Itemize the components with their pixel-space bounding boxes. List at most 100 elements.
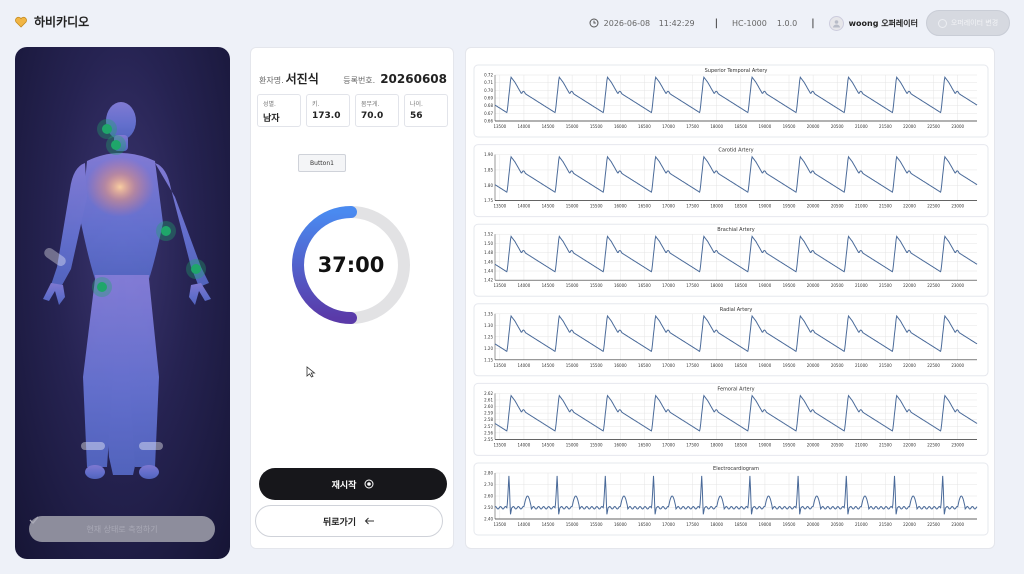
x-tick-label: 14500 bbox=[542, 204, 555, 209]
x-tick-label: 15000 bbox=[566, 442, 579, 447]
measure-current-state-button[interactable]: 현재 상태로 측정하기 bbox=[29, 516, 215, 542]
stat-label: 몸무게. bbox=[361, 101, 380, 108]
x-tick-label: 14000 bbox=[518, 442, 531, 447]
stat-value: 남자 bbox=[263, 114, 280, 124]
stat-value: 56 bbox=[410, 111, 423, 121]
y-tick-label: 1.75 bbox=[484, 198, 493, 203]
x-tick-label: 14000 bbox=[518, 363, 531, 368]
check-icon bbox=[29, 516, 39, 524]
user-name: woong 오퍼레이터 bbox=[848, 18, 918, 28]
y-tick-label: 2.40 bbox=[484, 517, 493, 522]
y-tick-label: 1.50 bbox=[484, 241, 493, 246]
x-tick-label: 15500 bbox=[590, 442, 603, 447]
y-tick-label: 2.55 bbox=[484, 437, 493, 442]
x-tick-label: 22500 bbox=[927, 283, 940, 288]
x-tick-label: 20500 bbox=[831, 442, 844, 447]
y-tick-label: 2.50 bbox=[484, 505, 493, 510]
waveform-chart: Radial Artery 1.35 1.30 1.25 1.20 1.1513500 14… bbox=[473, 303, 989, 377]
restart-button[interactable]: 재시작 bbox=[259, 468, 447, 500]
x-tick-label: 19500 bbox=[783, 363, 796, 368]
y-tick-label: 1.35 bbox=[484, 311, 493, 316]
y-tick-label: 1.48 bbox=[484, 250, 493, 255]
x-tick-label: 15000 bbox=[566, 363, 579, 368]
x-tick-label: 18500 bbox=[734, 363, 747, 368]
y-tick-label: 2.58 bbox=[484, 417, 493, 422]
operator-change-button[interactable]: 오퍼레이터 변경 bbox=[926, 10, 1010, 36]
waveform-chart: Carotid Artery 1.90 1.85 1.80 1.7513500 14000… bbox=[473, 144, 989, 218]
x-tick-label: 20000 bbox=[807, 442, 820, 447]
x-tick-label: 16000 bbox=[614, 204, 627, 209]
x-tick-label: 19000 bbox=[759, 283, 772, 288]
chart-title: Carotid Artery bbox=[718, 148, 753, 154]
y-tick-label: 2.60 bbox=[484, 494, 493, 499]
registration-number: 20260608 bbox=[380, 72, 447, 86]
x-tick-label: 16000 bbox=[614, 522, 627, 527]
app-header: 하비카디오 2026-06-08 11:42:29 | HC-1000 1.0.… bbox=[0, 0, 1024, 46]
y-tick-label: 2.80 bbox=[484, 471, 493, 476]
x-tick-label: 18000 bbox=[710, 363, 723, 368]
x-tick-label: 22500 bbox=[927, 442, 940, 447]
button1[interactable]: Button1 bbox=[298, 154, 346, 172]
x-tick-label: 18500 bbox=[734, 442, 747, 447]
operator-icon bbox=[937, 18, 947, 28]
x-tick-label: 15000 bbox=[566, 124, 579, 129]
chart-title: Femoral Artery bbox=[717, 386, 754, 392]
stat-height: 키. 173.0 bbox=[306, 94, 350, 127]
x-tick-label: 19500 bbox=[783, 522, 796, 527]
x-tick-label: 16500 bbox=[638, 363, 651, 368]
x-tick-label: 14500 bbox=[542, 283, 555, 288]
x-tick-label: 20500 bbox=[831, 124, 844, 129]
waveform-chart: Brachial Artery1.521.501.481.461.441.421… bbox=[473, 223, 989, 297]
measure-button-label: 현재 상태로 측정하기 bbox=[86, 524, 158, 534]
x-tick-label: 17500 bbox=[686, 522, 699, 527]
x-tick-label: 22000 bbox=[903, 283, 916, 288]
stat-label: 나이. bbox=[410, 101, 423, 108]
header-divider: | bbox=[811, 17, 815, 29]
x-tick-label: 16500 bbox=[638, 204, 651, 209]
waveform-chart: Femoral Artery2.622.612.602.592.582.572.… bbox=[473, 382, 989, 456]
time-text: 11:42:29 bbox=[658, 18, 695, 28]
x-tick-label: 17000 bbox=[662, 522, 675, 527]
x-tick-label: 16000 bbox=[614, 442, 627, 447]
y-tick-label: 1.42 bbox=[484, 278, 493, 283]
x-tick-label: 17000 bbox=[662, 204, 675, 209]
x-tick-label: 14500 bbox=[542, 522, 555, 527]
y-tick-label: 1.80 bbox=[484, 183, 493, 188]
x-tick-label: 18500 bbox=[734, 204, 747, 209]
back-button[interactable]: 뒤로가기 bbox=[255, 505, 443, 537]
x-tick-label: 22500 bbox=[927, 363, 940, 368]
y-tick-label: 2.70 bbox=[484, 482, 493, 487]
x-tick-label: 15000 bbox=[566, 522, 579, 527]
x-tick-label: 16500 bbox=[638, 522, 651, 527]
chart-title: Superior Temporal Artery bbox=[705, 68, 768, 74]
device-model: HC-1000 bbox=[732, 18, 767, 28]
back-label: 뒤로가기 bbox=[322, 517, 357, 528]
waveform-chart: Superior Temporal Artery 0.72 0.71 0.70 0.69… bbox=[473, 64, 989, 138]
x-tick-label: 17500 bbox=[686, 363, 699, 368]
x-tick-label: 21500 bbox=[879, 124, 892, 129]
timer-display: 37:00 bbox=[317, 253, 385, 277]
x-tick-label: 19500 bbox=[783, 283, 796, 288]
x-tick-label: 15500 bbox=[590, 522, 603, 527]
y-tick-label: 0.71 bbox=[484, 80, 493, 85]
x-tick-label: 21500 bbox=[879, 204, 892, 209]
x-tick-label: 18000 bbox=[710, 204, 723, 209]
x-tick-label: 20000 bbox=[807, 204, 820, 209]
x-tick-label: 22000 bbox=[903, 522, 916, 527]
x-tick-label: 19500 bbox=[783, 124, 796, 129]
y-tick-label: 1.25 bbox=[484, 334, 493, 339]
x-tick-label: 21000 bbox=[855, 442, 868, 447]
x-tick-label: 21500 bbox=[879, 283, 892, 288]
stat-weight: 몸무게. 70.0 bbox=[355, 94, 399, 127]
x-tick-label: 19000 bbox=[759, 124, 772, 129]
device-version: 1.0.0 bbox=[776, 18, 798, 28]
app-name: 하비카디오 bbox=[34, 15, 90, 29]
stat-age: 나이. 56 bbox=[404, 94, 448, 127]
x-tick-label: 13500 bbox=[493, 522, 506, 527]
x-tick-label: 22000 bbox=[903, 124, 916, 129]
x-tick-label: 15000 bbox=[566, 283, 579, 288]
x-tick-label: 21000 bbox=[855, 363, 868, 368]
y-tick-label: 1.30 bbox=[484, 323, 493, 328]
x-tick-label: 20500 bbox=[831, 522, 844, 527]
x-tick-label: 17000 bbox=[662, 442, 675, 447]
